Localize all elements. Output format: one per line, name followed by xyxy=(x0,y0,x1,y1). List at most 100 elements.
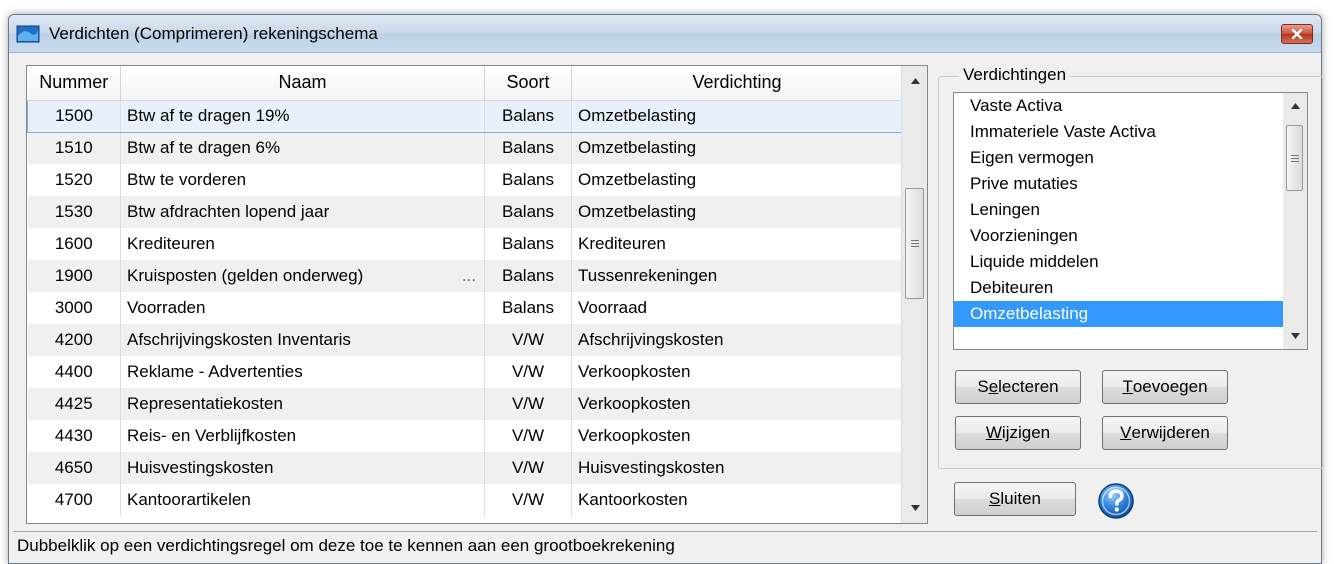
cell-nummer: 1900 xyxy=(27,260,121,292)
cell-verdichting: Omzetbelasting xyxy=(571,132,903,164)
table-row[interactable]: 1520 Btw te vorderen Balans Omzetbelasti… xyxy=(28,164,903,196)
cell-verdichting: Omzetbelasting xyxy=(571,196,903,228)
dialog-window: Verdichten (Comprimeren) rekeningschema … xyxy=(8,14,1323,564)
scroll-thumb[interactable] xyxy=(905,188,924,299)
sluiten-button[interactable]: Sluiten xyxy=(954,482,1076,516)
list-item[interactable]: Liquide middelen xyxy=(954,249,1283,275)
cell-soort: V/W xyxy=(484,356,572,388)
cell-naam: Krediteuren xyxy=(120,228,485,260)
list-scroll-up-button[interactable] xyxy=(1283,93,1307,119)
cell-nummer: 1500 xyxy=(27,99,121,133)
cell-soort: Balans xyxy=(484,228,572,260)
button-label-accel: V xyxy=(1120,423,1132,442)
grip-icon xyxy=(1290,154,1299,162)
cell-soort: Balans xyxy=(484,132,572,164)
button-label-accel: S xyxy=(989,489,1001,508)
window-title: Verdichten (Comprimeren) rekeningschema xyxy=(49,24,378,43)
button-label-post: luiten xyxy=(1000,489,1041,508)
list-item[interactable]: Vaste Activa xyxy=(954,93,1283,119)
verwijderen-button[interactable]: Verwijderen xyxy=(1102,416,1228,450)
table-row[interactable]: 1600 Krediteuren Balans Krediteuren xyxy=(28,228,903,260)
cell-naam: Reis- en Verblijfkosten xyxy=(120,420,485,452)
cell-naam: Reklame - Advertenties xyxy=(120,356,485,388)
table-row[interactable]: 4650 Huisvestingskosten V/W Huisvestings… xyxy=(27,452,903,484)
table-row[interactable]: 1510 Btw af te dragen 6% Balans Omzetbel… xyxy=(27,132,903,164)
cell-nummer: 4700 xyxy=(54,490,93,509)
cell-nummer: 1600 xyxy=(54,234,93,253)
cell-nummer: 3000 xyxy=(54,298,93,317)
table-row[interactable]: 4200 Afschrijvingskosten Inventaris V/W … xyxy=(27,324,903,356)
status-bar: Dubbelklik op een verdichtingsregel om d… xyxy=(13,531,1317,563)
table-row[interactable]: 4430 Reis- en Verblijfkosten V/W Verkoop… xyxy=(28,420,903,452)
cell-verdichting: Krediteuren xyxy=(571,228,903,260)
column-header-verdichting[interactable]: Verdichting xyxy=(571,66,903,101)
button-label-accel: W xyxy=(985,423,1002,442)
cell-soort: V/W xyxy=(484,420,572,452)
table-row[interactable]: 4400 Reklame - Advertenties V/W Verkoopk… xyxy=(28,356,903,388)
cell-nummer: 4425 xyxy=(27,388,121,420)
list-scroll-thumb[interactable] xyxy=(1286,125,1303,191)
group-title: Verdichtingen xyxy=(959,65,1071,85)
table-row[interactable]: 1500 Btw af te dragen 19% Balans Omzetbe… xyxy=(27,99,903,133)
cell-soort: Balans xyxy=(484,196,572,228)
scroll-up-button[interactable] xyxy=(902,66,927,96)
cell-naam: Huisvestingskosten xyxy=(120,452,485,484)
cell-verdichting: Tussenrekeningen xyxy=(571,260,903,292)
verdichtingen-group: Verdichtingen Vaste Activa Immateriele V… xyxy=(938,65,1323,469)
list-item[interactable]: Eigen vermogen xyxy=(954,145,1283,171)
close-icon xyxy=(1291,28,1303,40)
list-scroll-down-button[interactable] xyxy=(1283,323,1307,349)
selecteren-button[interactable]: Se lecteren xyxy=(955,370,1081,404)
cell-naam: Btw te vorderen xyxy=(120,164,485,196)
list-item[interactable]: Leningen xyxy=(954,197,1283,223)
cell-soort: Balans xyxy=(484,260,572,292)
cell-naam: Voorraden xyxy=(120,292,485,324)
help-icon[interactable] xyxy=(1097,482,1135,520)
cell-naam: Btw af te dragen 19% xyxy=(120,99,485,133)
scroll-down-button[interactable] xyxy=(902,493,927,523)
cell-naam: Afschrijvingskosten Inventaris xyxy=(120,324,485,356)
list-item-selected[interactable]: Omzetbelasting xyxy=(954,301,1283,327)
cell-soort: V/W xyxy=(484,388,572,420)
cell-soort: V/W xyxy=(484,484,572,516)
title-bar[interactable]: Verdichten (Comprimeren) rekeningschema xyxy=(9,15,1321,53)
close-button[interactable] xyxy=(1281,24,1313,44)
cell-soort: Balans xyxy=(484,292,572,324)
table-scrollbar[interactable] xyxy=(901,66,927,523)
table-row[interactable]: 1530 Btw afdrachten lopend jaar Balans O… xyxy=(27,196,903,228)
cell-naam: Kantoorartikelen xyxy=(120,484,485,516)
verdichtingen-list[interactable]: Vaste Activa Immateriele Vaste Activa Ei… xyxy=(953,92,1308,350)
cell-nummer: 1530 xyxy=(27,196,121,228)
table-row[interactable]: 3000 Voorraden Balans Voorraad xyxy=(28,292,903,324)
table-row[interactable]: 4425 Representatiekosten V/W Verkoopkost… xyxy=(27,388,903,420)
list-item[interactable]: Debiteuren xyxy=(954,275,1283,301)
wijzigen-button[interactable]: Wijzigen xyxy=(955,416,1081,450)
cell-nummer: 4650 xyxy=(27,452,121,484)
column-header-nummer[interactable]: Nummer xyxy=(27,66,121,101)
cell-nummer: 4200 xyxy=(27,324,121,356)
cell-nummer: 4400 xyxy=(54,362,93,381)
ellipsis-indicator[interactable]: ... xyxy=(462,266,476,286)
cell-verdichting: Kantoorkosten xyxy=(571,484,903,516)
list-item[interactable]: Immateriele Vaste Activa xyxy=(954,119,1283,145)
toevoegen-button[interactable]: Toevoegen xyxy=(1102,370,1228,404)
cell-soort: Balans xyxy=(484,164,572,196)
cell-nummer: 4430 xyxy=(54,426,93,445)
table-row[interactable]: 4700 Kantoorartikelen V/W Kantoorkosten xyxy=(28,484,903,516)
list-item[interactable]: Prive mutaties xyxy=(954,171,1283,197)
cell-verdichting: Verkoopkosten xyxy=(571,356,903,388)
list-scrollbar[interactable] xyxy=(1283,93,1307,349)
cell-naam: Btw afdrachten lopend jaar xyxy=(120,196,485,228)
accounts-table: Nummer Naam Soort Verdichting 1500 Btw a… xyxy=(26,65,928,524)
arrow-down-icon xyxy=(910,505,920,511)
list-item[interactable]: Voorzieningen xyxy=(954,223,1283,249)
cell-verdichting: Omzetbelasting xyxy=(571,164,903,196)
table-row[interactable]: 1900 Kruisposten (gelden onderweg)... Ba… xyxy=(27,260,903,292)
cell-naam: Btw af te dragen 6% xyxy=(120,132,485,164)
column-header-soort[interactable]: Soort xyxy=(484,66,572,101)
cell-verdichting: Huisvestingskosten xyxy=(571,452,903,484)
table-header: Nummer Naam Soort Verdichting xyxy=(27,66,903,101)
status-text: Dubbelklik op een verdichtingsregel om d… xyxy=(17,536,675,555)
column-header-naam[interactable]: Naam xyxy=(120,66,485,101)
cell-nummer: 1520 xyxy=(54,170,93,189)
